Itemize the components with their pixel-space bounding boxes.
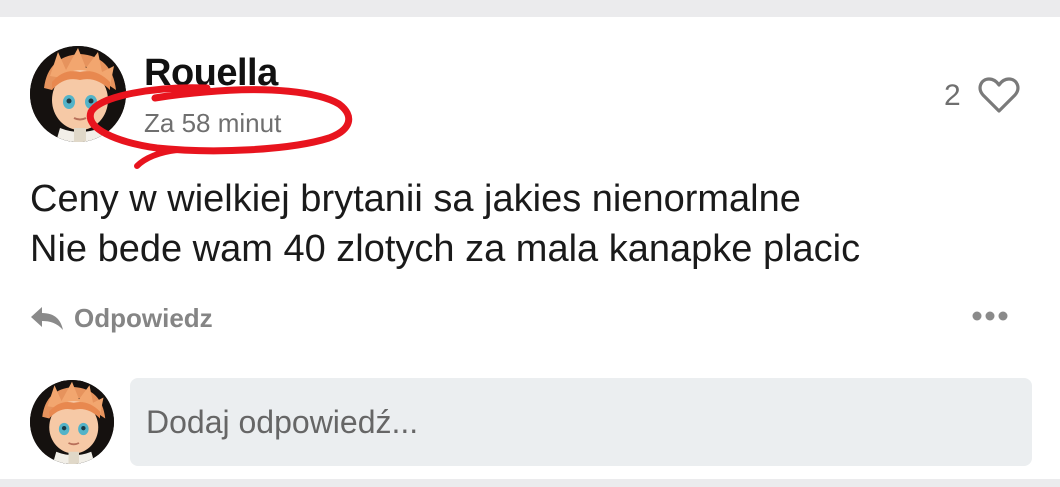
reply-arrow-icon bbox=[31, 307, 63, 330]
post-text-line: Nie bede wam 40 zlotych za mala kanapke … bbox=[30, 228, 861, 270]
reply-input[interactable] bbox=[130, 378, 1032, 466]
like-count: 2 bbox=[944, 79, 961, 112]
current-user-avatar bbox=[30, 380, 114, 464]
avatar-image bbox=[30, 46, 126, 142]
post-timestamp: Za 58 minut bbox=[144, 108, 282, 138]
avatar-image bbox=[30, 380, 114, 464]
more-dots-icon[interactable] bbox=[966, 300, 1014, 332]
author-name[interactable]: Rouella bbox=[144, 50, 278, 96]
reply-label: Odpowiedz bbox=[74, 302, 213, 333]
top-divider bbox=[0, 0, 1060, 17]
author-avatar[interactable] bbox=[30, 46, 126, 142]
heart-icon[interactable] bbox=[978, 76, 1020, 114]
post-body: Ceny w wielkiej brytanii sa jakies nieno… bbox=[30, 174, 860, 274]
post-text-line: Ceny w wielkiej brytanii sa jakies nieno… bbox=[30, 178, 801, 220]
bottom-divider bbox=[0, 479, 1060, 487]
reply-button[interactable]: Odpowiedz bbox=[30, 300, 213, 336]
